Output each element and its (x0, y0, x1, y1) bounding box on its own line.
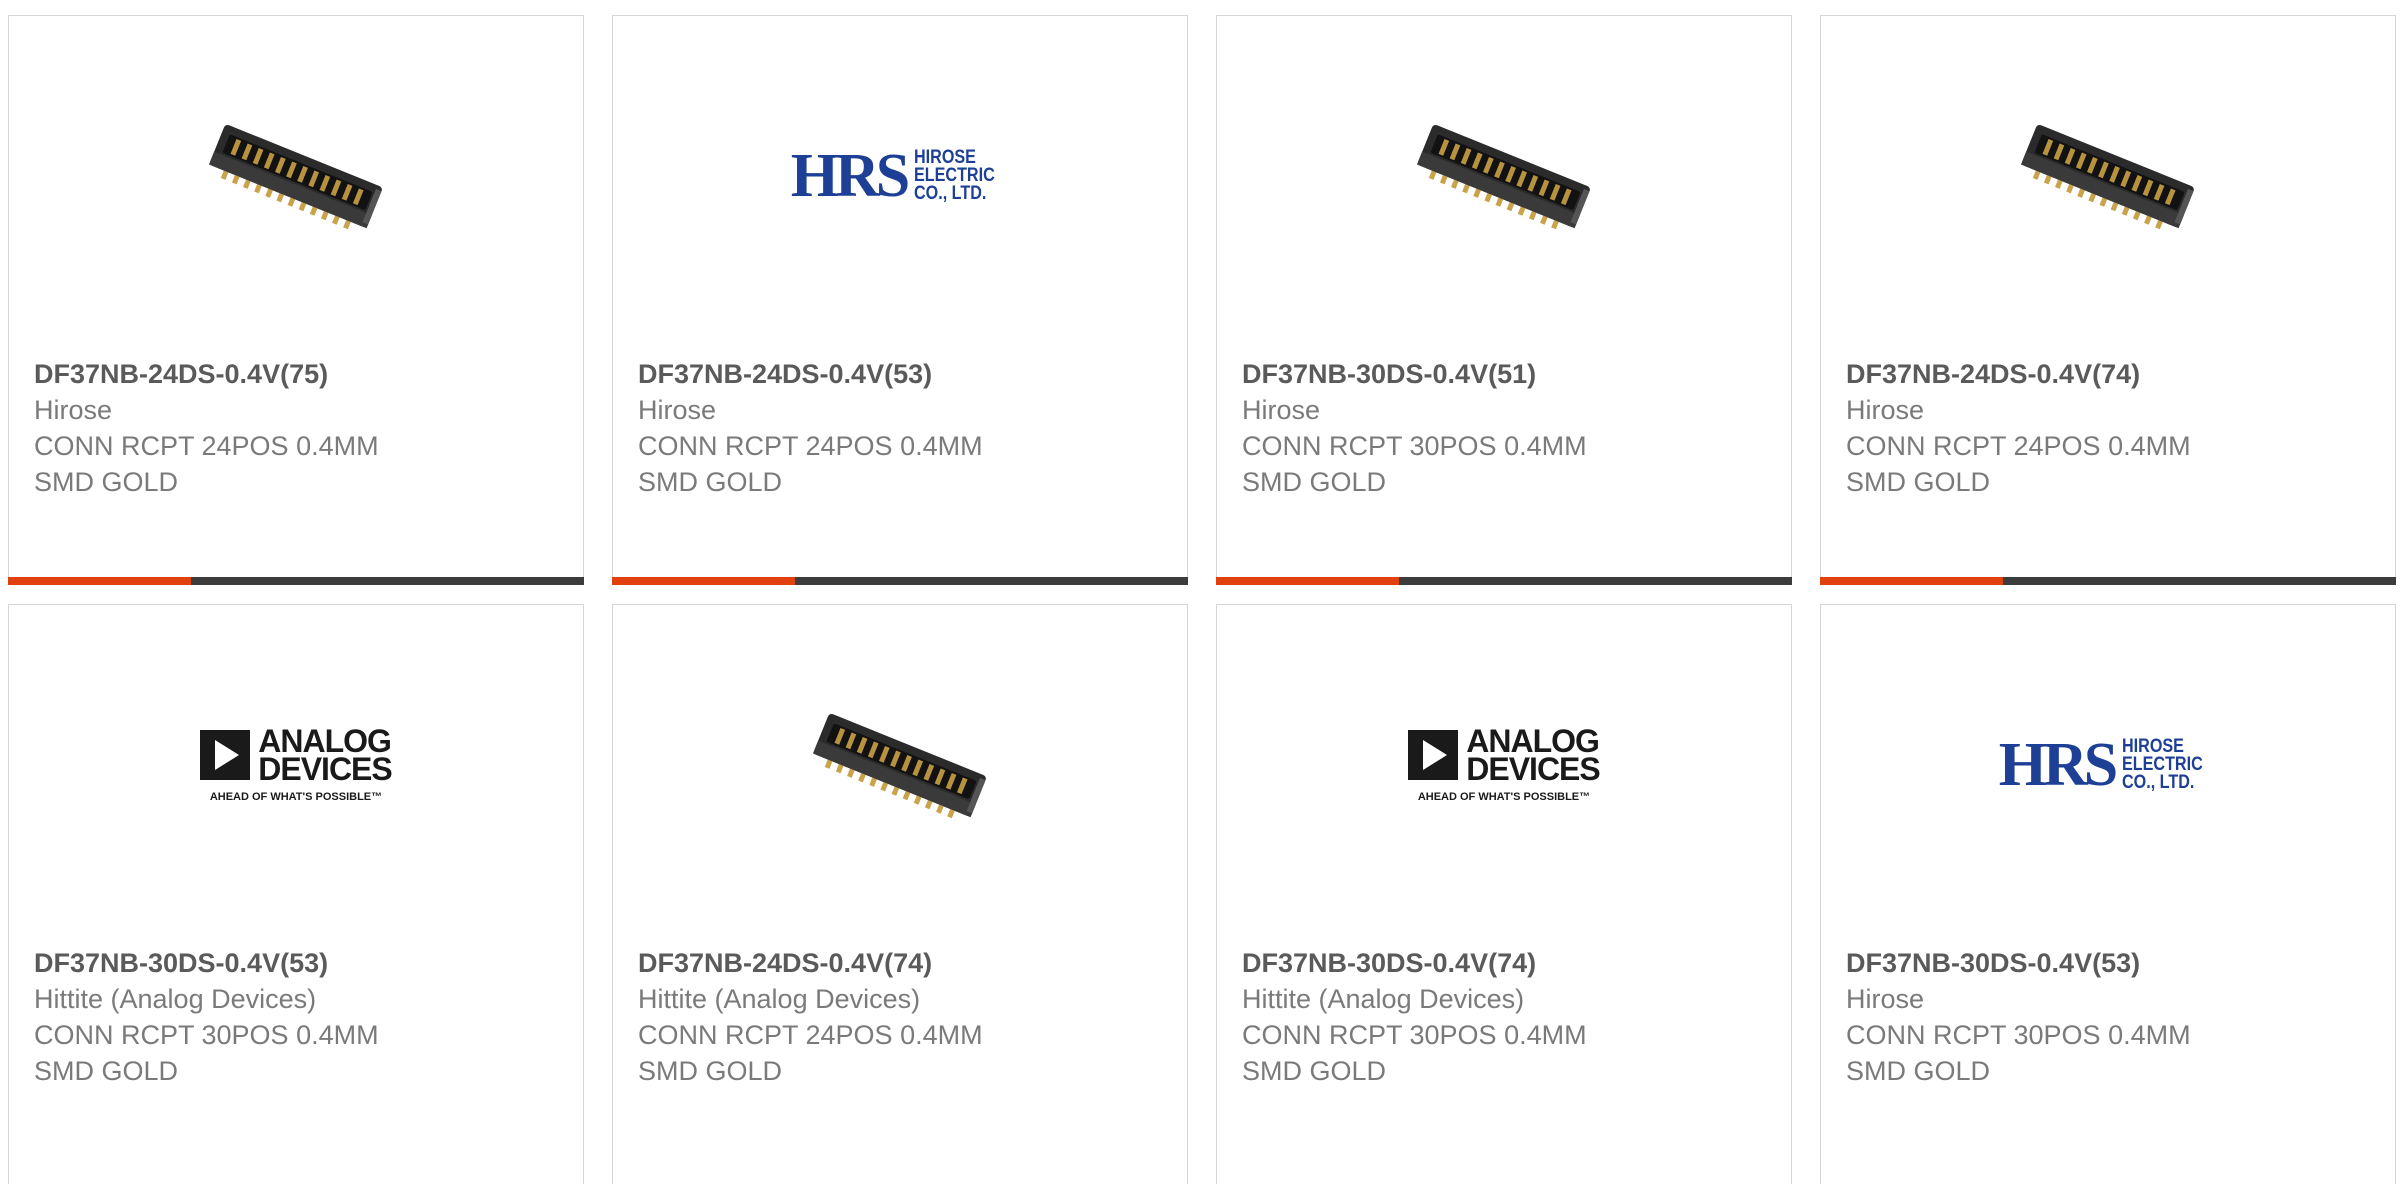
hirose-logo: HRS HIROSE ELECTRIC CO., LTD. (1998, 731, 2203, 799)
analog-devices-logo: ANALOG DEVICES AHEAD OF WHAT'S POSSIBLE™ (200, 725, 393, 803)
product-image[interactable] (1217, 76, 1791, 276)
product-image[interactable]: HRS HIROSE ELECTRIC CO., LTD. (1821, 665, 2395, 865)
connector-photo-icon (1416, 124, 1590, 230)
product-image[interactable] (1821, 76, 2395, 276)
part-number-link[interactable]: DF37NB-30DS-0.4V(53) (34, 945, 563, 981)
connector-photo-icon (2020, 124, 2194, 230)
part-number-link[interactable]: DF37NB-24DS-0.4V(75) (34, 356, 563, 392)
description: CONN RCPT 24POS 0.4MM SMD GOLD (1846, 431, 2191, 497)
manufacturer: Hittite (Analog Devices) (638, 984, 921, 1014)
manufacturer: Hirose (1846, 984, 1925, 1014)
card-bar (1820, 577, 2396, 585)
part-number-link[interactable]: DF37NB-24DS-0.4V(74) (1846, 356, 2375, 392)
description: CONN RCPT 24POS 0.4MM SMD GOLD (34, 431, 379, 497)
product-card[interactable]: DF37NB-24DS-0.4V(74) Hirose CONN RCPT 24… (1820, 15, 2396, 585)
product-card[interactable]: HRS HIROSE ELECTRIC CO., LTD. DF37NB-24DS-… (612, 15, 1188, 585)
product-image[interactable]: ANALOG DEVICES AHEAD OF WHAT'S POSSIBLE™ (9, 665, 583, 865)
part-number-link[interactable]: DF37NB-24DS-0.4V(53) (638, 356, 1167, 392)
description: CONN RCPT 24POS 0.4MM SMD GOLD (638, 1020, 983, 1086)
manufacturer: Hirose (34, 395, 113, 425)
product-card[interactable]: DF37NB-24DS-0.4V(75) Hirose CONN RCPT 24… (8, 15, 584, 585)
description: CONN RCPT 24POS 0.4MM SMD GOLD (638, 431, 983, 497)
product-image[interactable]: HRS HIROSE ELECTRIC CO., LTD. (613, 76, 1187, 276)
product-card[interactable]: ANALOG DEVICES AHEAD OF WHAT'S POSSIBLE™ … (1216, 604, 1792, 1184)
description: CONN RCPT 30POS 0.4MM SMD GOLD (34, 1020, 379, 1086)
card-bar (612, 577, 1188, 585)
product-image[interactable]: ANALOG DEVICES AHEAD OF WHAT'S POSSIBLE™ (1217, 665, 1791, 865)
description: CONN RCPT 30POS 0.4MM SMD GOLD (1846, 1020, 2191, 1086)
product-image[interactable] (9, 76, 583, 276)
product-card[interactable]: HRS HIROSE ELECTRIC CO., LTD. DF37NB-30DS-… (1820, 604, 2396, 1184)
part-number-link[interactable]: DF37NB-24DS-0.4V(74) (638, 945, 1167, 981)
manufacturer: Hirose (638, 395, 717, 425)
card-bar (8, 577, 584, 585)
product-card[interactable]: DF37NB-24DS-0.4V(74) Hittite (Analog Dev… (612, 604, 1188, 1184)
connector-photo-icon (812, 713, 986, 819)
manufacturer: Hittite (Analog Devices) (34, 984, 317, 1014)
manufacturer: Hittite (Analog Devices) (1242, 984, 1525, 1014)
product-card[interactable]: DF37NB-30DS-0.4V(51) Hirose CONN RCPT 30… (1216, 15, 1792, 585)
product-image[interactable] (613, 665, 1187, 865)
manufacturer: Hirose (1242, 395, 1321, 425)
analog-devices-logo: ANALOG DEVICES AHEAD OF WHAT'S POSSIBLE™ (1408, 725, 1601, 803)
product-card[interactable]: ANALOG DEVICES AHEAD OF WHAT'S POSSIBLE™ … (8, 604, 584, 1184)
manufacturer: Hirose (1846, 395, 1925, 425)
part-number-link[interactable]: DF37NB-30DS-0.4V(74) (1242, 945, 1771, 981)
part-number-link[interactable]: DF37NB-30DS-0.4V(51) (1242, 356, 1771, 392)
hirose-logo: HRS HIROSE ELECTRIC CO., LTD. (790, 142, 995, 210)
description: CONN RCPT 30POS 0.4MM SMD GOLD (1242, 431, 1587, 497)
description: CONN RCPT 30POS 0.4MM SMD GOLD (1242, 1020, 1587, 1086)
card-bar (1216, 577, 1792, 585)
part-number-link[interactable]: DF37NB-30DS-0.4V(53) (1846, 945, 2375, 981)
connector-photo-icon (208, 124, 382, 230)
